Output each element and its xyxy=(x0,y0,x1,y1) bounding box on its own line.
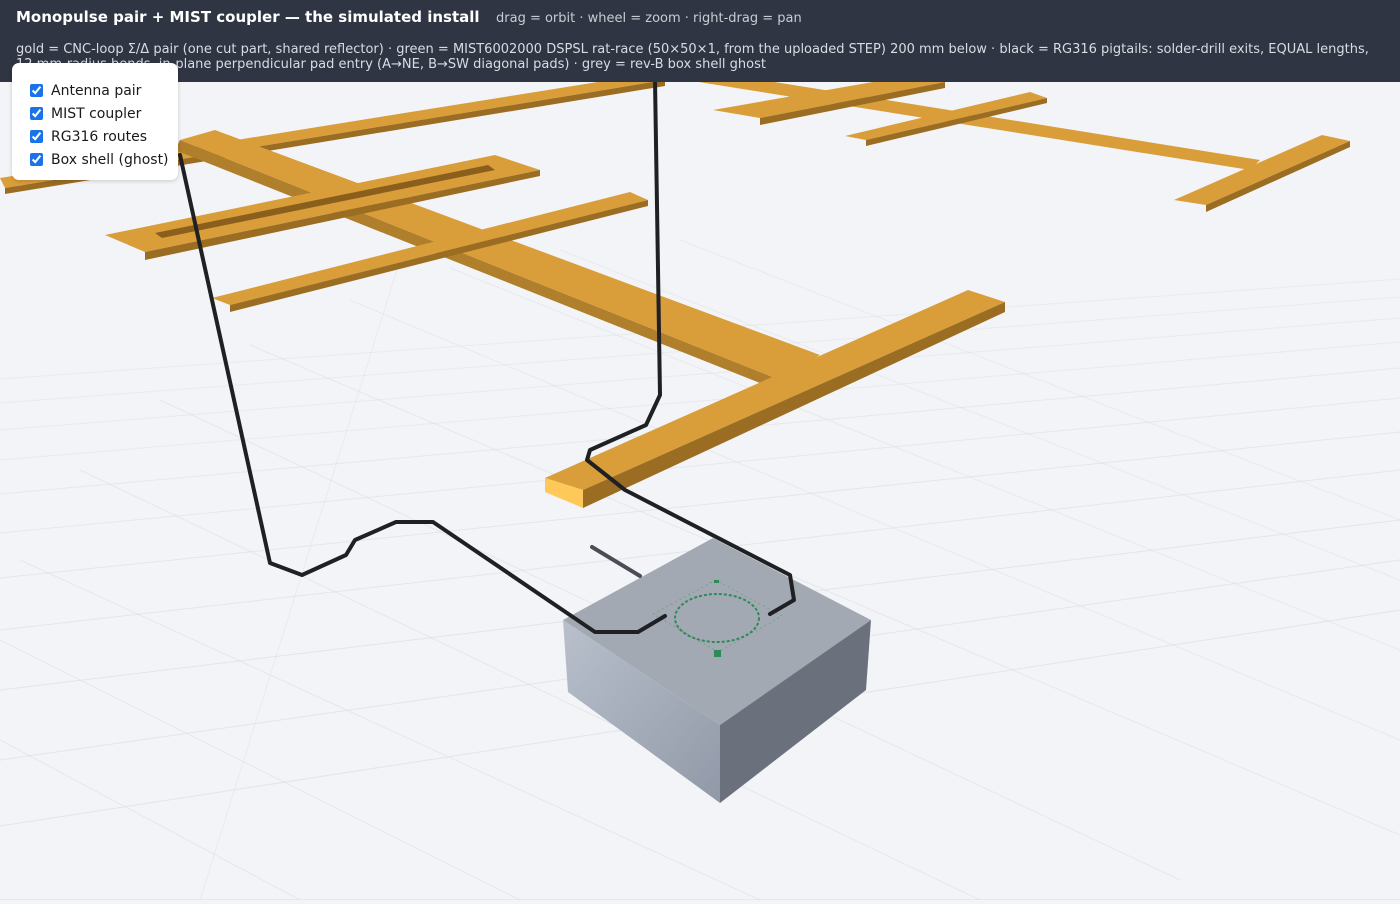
3d-viewport[interactable] xyxy=(0,0,1400,901)
coupler-pad xyxy=(714,650,721,657)
layer-toggle-antenna-pair[interactable]: Antenna pair xyxy=(30,79,178,102)
box-shell-checkbox[interactable] xyxy=(30,153,43,166)
layer-toggle-mist-coupler[interactable]: MIST coupler xyxy=(30,102,178,125)
layer-label: Box shell (ghost) xyxy=(51,151,169,168)
coupler-pad xyxy=(714,580,719,583)
mist-coupler-checkbox[interactable] xyxy=(30,107,43,120)
box-shell[interactable] xyxy=(563,538,871,803)
app-header: Monopulse pair + MIST coupler — the simu… xyxy=(0,0,1400,82)
antenna-pair-checkbox[interactable] xyxy=(30,84,43,97)
antenna-far-reflector xyxy=(1174,135,1350,205)
antenna-pair[interactable] xyxy=(0,70,1350,508)
layer-toggle-box-shell[interactable]: Box shell (ghost) xyxy=(30,148,178,171)
layer-label: RG316 routes xyxy=(51,128,148,145)
layer-label: Antenna pair xyxy=(51,82,142,99)
layer-panel: Antenna pair MIST coupler RG316 routes B… xyxy=(12,63,178,180)
page-title: Monopulse pair + MIST coupler — the simu… xyxy=(16,8,480,26)
layer-label: MIST coupler xyxy=(51,105,142,122)
controls-hint: drag = orbit · wheel = zoom · right-drag… xyxy=(496,11,802,26)
color-legend: gold = CNC-loop Σ/Δ pair (one cut part, … xyxy=(16,42,1369,72)
rg316-routes-checkbox[interactable] xyxy=(30,130,43,143)
layer-toggle-rg316-routes[interactable]: RG316 routes xyxy=(30,125,178,148)
